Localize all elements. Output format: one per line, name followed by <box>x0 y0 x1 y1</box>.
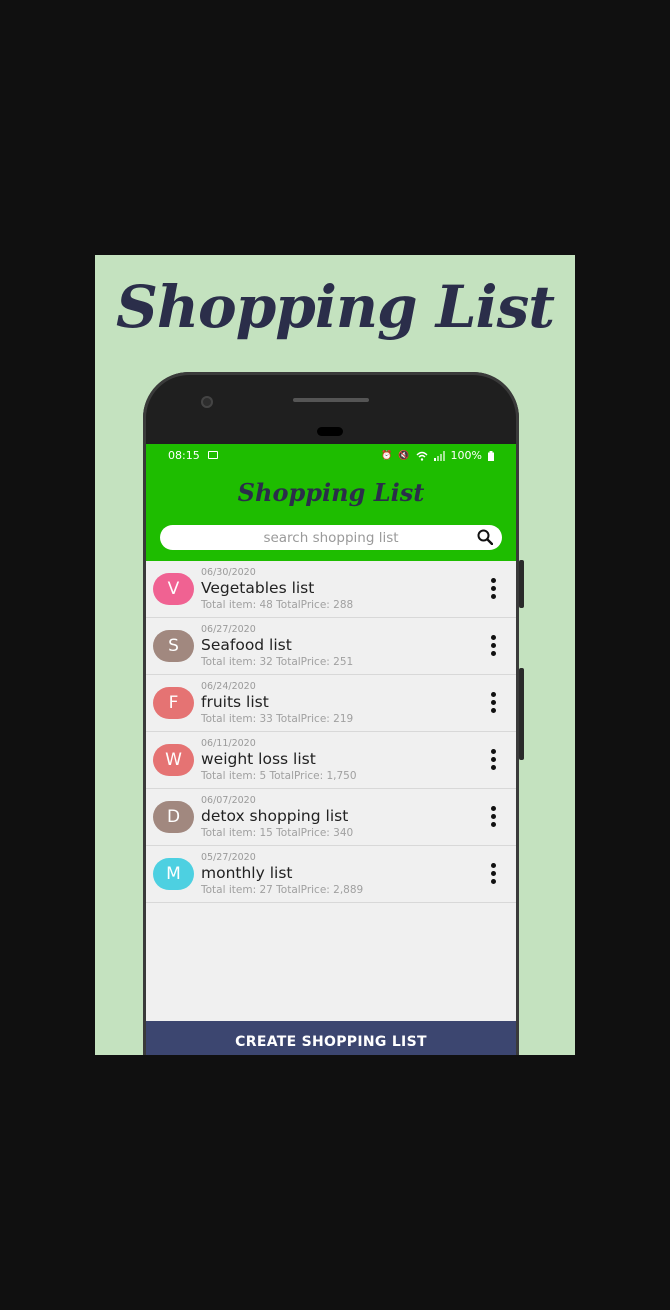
list-item[interactable]: V 06/30/2020 Vegetables list Total item:… <box>146 561 516 618</box>
phone-screen: 08:15 ⏰ 🔇 100% Shopping List search shop… <box>146 444 516 1055</box>
list-date: 06/11/2020 <box>201 738 256 749</box>
image-notification-icon <box>208 451 218 459</box>
list-date: 06/30/2020 <box>201 567 256 578</box>
shopping-list: V 06/30/2020 Vegetables list Total item:… <box>146 561 516 903</box>
more-options-icon[interactable] <box>482 632 504 662</box>
battery-percent: 100% <box>450 449 482 462</box>
search-input[interactable] <box>160 525 502 550</box>
more-options-icon[interactable] <box>482 575 504 605</box>
signal-icon <box>433 450 445 461</box>
speaker <box>293 398 369 402</box>
sensor <box>317 427 343 436</box>
mute-icon: 🔇 <box>398 450 410 461</box>
promo-title: Shopping List <box>115 273 555 341</box>
volume-button <box>519 560 524 608</box>
list-name: Seafood list <box>201 636 292 654</box>
list-name: detox shopping list <box>201 807 349 825</box>
list-summary: Total item: 48 TotalPrice: 288 <box>201 599 354 611</box>
list-date: 06/07/2020 <box>201 795 256 806</box>
list-item[interactable]: D 06/07/2020 detox shopping list Total i… <box>146 789 516 846</box>
list-date: 06/27/2020 <box>201 624 256 635</box>
status-icons: ⏰ 🔇 100% <box>381 449 494 462</box>
avatar: W <box>153 744 194 776</box>
app-title: Shopping List <box>237 478 425 507</box>
battery-icon <box>488 450 494 461</box>
list-item[interactable]: W 06/11/2020 weight loss list Total item… <box>146 732 516 789</box>
alarm-icon: ⏰ <box>381 450 393 461</box>
list-name: fruits list <box>201 693 269 711</box>
avatar: D <box>153 801 194 833</box>
avatar: V <box>153 573 194 605</box>
camera-icon <box>201 396 213 408</box>
list-summary: Total item: 27 TotalPrice: 2,889 <box>201 884 364 896</box>
app-bar: 08:15 ⏰ 🔇 100% Shopping List search shop… <box>146 444 516 561</box>
avatar: M <box>153 858 194 890</box>
avatar: S <box>153 630 194 662</box>
list-item[interactable]: S 06/27/2020 Seafood list Total item: 32… <box>146 618 516 675</box>
more-options-icon[interactable] <box>482 803 504 833</box>
wifi-icon <box>416 451 428 461</box>
more-options-icon[interactable] <box>482 746 504 776</box>
promo-card: Shopping List 08:15 ⏰ 🔇 100% Shopping Li… <box>95 255 575 1055</box>
status-bar: 08:15 ⏰ 🔇 100% <box>146 444 516 468</box>
search-bar[interactable] <box>160 525 502 550</box>
list-date: 06/24/2020 <box>201 681 256 692</box>
list-summary: Total item: 32 TotalPrice: 251 <box>201 656 354 668</box>
list-name: Vegetables list <box>201 579 315 597</box>
more-options-icon[interactable] <box>482 860 504 890</box>
list-summary: Total item: 33 TotalPrice: 219 <box>201 713 354 725</box>
list-summary: Total item: 15 TotalPrice: 340 <box>201 827 354 839</box>
power-button <box>519 668 524 760</box>
list-item[interactable]: M 05/27/2020 monthly list Total item: 27… <box>146 846 516 903</box>
list-name: weight loss list <box>201 750 316 768</box>
status-time: 08:15 <box>168 449 200 462</box>
list-date: 05/27/2020 <box>201 852 256 863</box>
list-summary: Total item: 5 TotalPrice: 1,750 <box>201 770 357 782</box>
list-item[interactable]: F 06/24/2020 fruits list Total item: 33 … <box>146 675 516 732</box>
more-options-icon[interactable] <box>482 689 504 719</box>
create-shopping-list-button[interactable]: CREATE SHOPPING LIST <box>146 1021 516 1055</box>
list-name: monthly list <box>201 864 293 882</box>
search-icon[interactable] <box>477 529 493 545</box>
avatar: F <box>153 687 194 719</box>
